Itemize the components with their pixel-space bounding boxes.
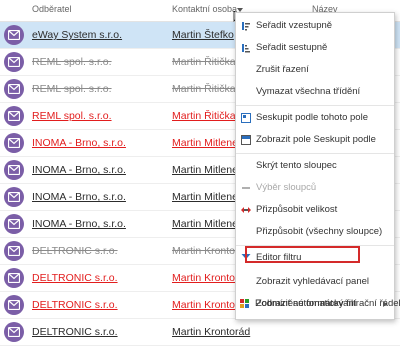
highlight-box [245,246,360,263]
menu-item-conditional-formatting[interactable]: Podmíněné formátování [235,293,393,317]
column-header-contact[interactable]: Kontaktní osoba [172,4,237,14]
customer-link[interactable]: INOMA - Brno, s.r.o. [32,164,126,176]
column-header-customer[interactable]: Odběratel [32,4,72,14]
customer-link[interactable]: DELTRONIC s.r.o. [32,326,118,338]
menu-separator [236,105,394,106]
sort-ascending-icon [242,22,250,31]
email-envelope-icon [4,187,24,207]
customer-link[interactable]: REML spol. s.r.o. [32,110,112,122]
customer-link[interactable]: INOMA - Brno, s.r.o. [32,191,126,203]
email-envelope-icon [4,79,24,99]
menu-item-column-chooser: Výběr sloupců [236,177,394,201]
email-envelope-icon [4,241,24,261]
contact-link[interactable]: Martin Řitička [172,56,236,68]
contact-link[interactable]: Martin Mitlener [172,137,241,149]
customer-link[interactable]: eWay System s.r.o. [32,29,122,41]
customer-link[interactable]: REML spol. s.r.o. [32,56,112,68]
conditional-formatting-icon [240,299,249,308]
menu-item-show-group-panel[interactable]: Zobrazit pole Seskupit podle [236,129,394,153]
group-panel-icon [241,135,251,145]
email-envelope-icon [4,322,24,342]
customer-link[interactable]: DELTRONIC s.r.o. [32,299,118,311]
email-envelope-icon [4,295,24,315]
menu-item-clear-all-sorting[interactable]: Vymazat všechna třídění [236,81,394,105]
email-envelope-icon [4,106,24,126]
menu-item-best-fit[interactable]: Přizpůsobit velikost [236,199,394,223]
menu-item-hide-column[interactable]: Skrýt tento sloupec [236,155,394,179]
email-envelope-icon [4,52,24,72]
customer-link[interactable]: DELTRONIC s.r.o. [32,272,118,284]
menu-item-best-fit-all-columns[interactable]: Přizpůsobit (všechny sloupce) [236,221,394,245]
column-context-menu: Seřadit vzestupně Seřadit sestupně Zruši… [235,12,400,320]
contact-link[interactable]: Martin Mitlener [172,191,241,203]
best-fit-icon [241,207,251,213]
email-envelope-icon [4,133,24,153]
contact-link[interactable]: Martin Řitička [172,83,236,95]
group-by-icon [241,113,251,123]
menu-item-show-find-panel[interactable]: Zobrazit vyhledávací panel [236,271,394,295]
customer-link[interactable]: INOMA - Brno, s.r.o. [32,218,126,230]
email-envelope-icon [4,160,24,180]
contact-link[interactable]: Martin Řitička [172,110,236,122]
submenu-arrow-icon [383,301,387,307]
email-envelope-icon [4,268,24,288]
sort-descending-icon [242,44,250,53]
table-row[interactable]: DELTRONIC s.r.o. Martin Krontorád [0,319,400,346]
menu-item-group-by-column[interactable]: Seskupit podle tohoto pole [236,107,394,131]
customer-link[interactable]: INOMA - Brno, s.r.o. [32,137,126,149]
column-chooser-icon [242,187,250,189]
menu-item-sort-ascending[interactable]: Seřadit vzestupně [236,15,394,39]
contact-link[interactable]: Martin Štefko [172,29,234,41]
contact-link[interactable]: Martin Mitlener [172,164,241,176]
customer-link[interactable]: DELTRONIC s.r.o. [32,245,118,257]
menu-item-sort-descending[interactable]: Seřadit sestupně [236,37,394,61]
customer-link[interactable]: REML spol. s.r.o. [32,83,112,95]
menu-separator [236,153,394,154]
contact-link[interactable]: Martin Krontorád [172,326,250,338]
email-envelope-icon [4,214,24,234]
contact-link[interactable]: Martin Mitlener [172,218,241,230]
menu-item-clear-sorting[interactable]: Zrušit řazení [236,59,394,83]
email-envelope-icon [4,25,24,45]
